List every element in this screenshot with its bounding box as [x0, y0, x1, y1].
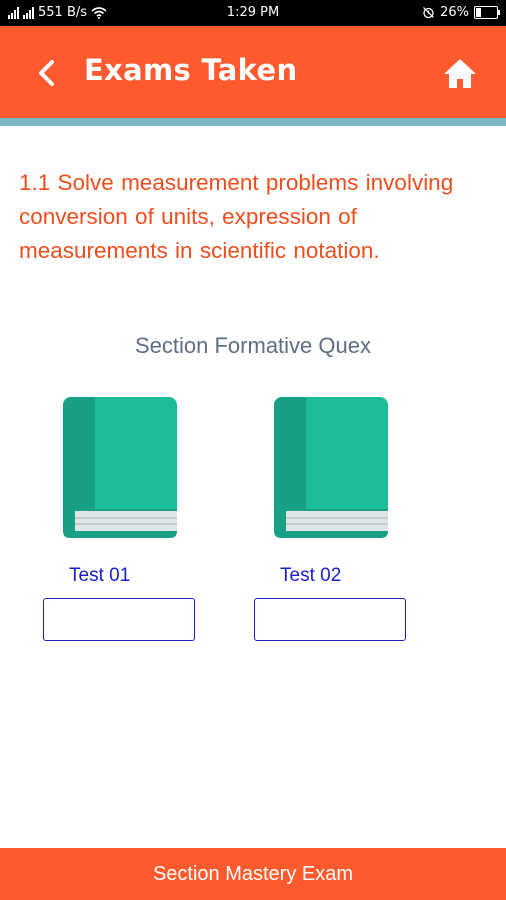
- status-bar: 551 B/s 1:29 PM 26%: [0, 0, 506, 26]
- page-title: Exams Taken: [84, 53, 298, 87]
- topic-heading: 1.1 Solve measurement problems involving…: [19, 170, 454, 263]
- battery-icon: [474, 6, 500, 19]
- app-bar: Exams Taken: [0, 26, 506, 126]
- header-divider: [0, 118, 506, 126]
- book-icon[interactable]: [61, 397, 179, 541]
- test-score-box: [43, 598, 195, 641]
- section-title: Section Formative Quex: [135, 333, 371, 358]
- home-icon[interactable]: [442, 56, 478, 90]
- book-icon[interactable]: [272, 397, 390, 541]
- test-label[interactable]: Test 01: [69, 565, 130, 587]
- chevron-left-icon[interactable]: [32, 56, 62, 90]
- alarm-icon: [423, 7, 435, 19]
- status-right: 26%: [422, 5, 500, 20]
- battery-percent: 26%: [440, 5, 469, 20]
- test-item: Test 02: [254, 397, 414, 647]
- battery-fill: [476, 8, 482, 17]
- section-mastery-exam-button[interactable]: Section Mastery Exam: [0, 848, 506, 900]
- test-score-box: [254, 598, 406, 641]
- test-label[interactable]: Test 02: [280, 565, 341, 587]
- test-item: Test 01: [43, 397, 203, 647]
